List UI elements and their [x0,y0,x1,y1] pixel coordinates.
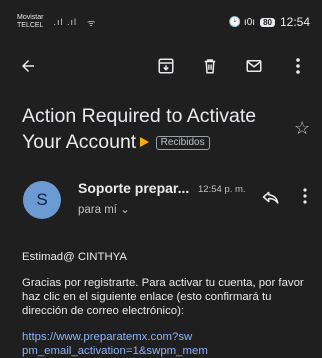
important-marker-icon[interactable] [140,137,150,147]
status-right: 🕑 ı0ı 80 12:54 [229,15,310,29]
recipient-details[interactable]: para mí ⌄ [78,202,130,216]
carrier-line-2: TELCEL [17,22,44,29]
battery-icon: 80 [260,17,275,27]
mark-unread-icon[interactable] [244,56,264,76]
status-left: Movistar TELCEL .ıl .ıl ᯤ [17,14,96,30]
reply-icon[interactable] [262,189,280,205]
avatar-letter: S [36,190,48,209]
carrier-line-1: Movistar [17,14,44,21]
alarm-icon: 🕑 ı0ı [228,16,256,28]
toolbar [0,48,322,84]
delete-icon[interactable] [200,56,220,76]
signal-icon: .ıl .ıl [53,17,77,27]
back-arrow-icon[interactable] [18,56,38,76]
label-chip[interactable]: Recibidos [155,136,210,150]
more-vertical-icon[interactable] [288,56,308,76]
archive-icon[interactable] [156,56,176,76]
activation-link[interactable]: https://www.preparatemx.com?sw pm_email_… [22,331,208,357]
status-bar: Movistar TELCEL .ıl .ıl ᯤ 🕑 ı0ı 80 12:54 [0,0,322,44]
avatar[interactable]: S [23,181,61,219]
subject-header: Action Required to Activate Your Account… [22,103,277,155]
subject-title: Action Required to Activate Your Account [22,105,257,153]
body-paragraph: Gracias por registrarte. Para activar tu… [22,277,304,317]
wifi-icon: ᯤ [86,17,97,28]
message-body: Estimad@ CINTHYA Gracias por registrarte… [22,250,312,358]
carrier-name: Movistar TELCEL [17,14,43,30]
message-more-icon[interactable] [303,187,307,205]
sender-name[interactable]: Soporte prepar... [78,180,189,196]
greeting: Estimad@ CINTHYA [22,251,128,263]
message-time: 12:54 p. m. [198,184,246,195]
clock: 12:54 [279,15,310,29]
star-icon[interactable]: ☆ [294,118,310,139]
